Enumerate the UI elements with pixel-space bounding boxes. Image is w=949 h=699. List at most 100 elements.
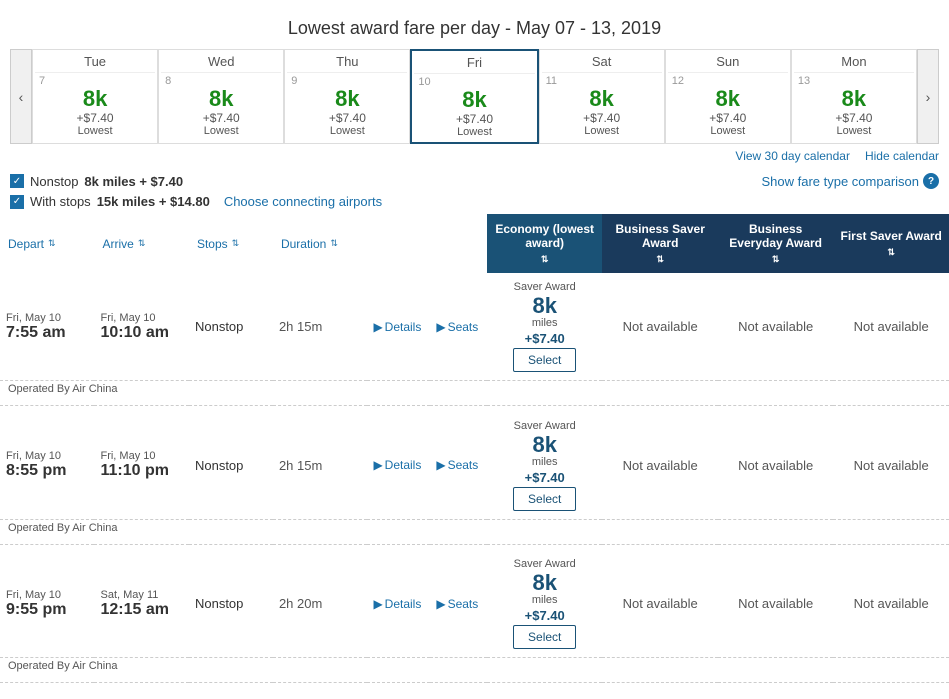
th-spacer [367,214,430,273]
select-button[interactable]: Select [513,625,576,649]
sort-arrive-icon: ⇅ [138,238,146,249]
cal-fee: +$7.40 [287,111,407,125]
details-arrow: ▶ [373,458,382,472]
sort-duration[interactable]: Duration ⇅ [281,237,359,251]
biz-everyday-sort-arrows[interactable]: ⇅ [724,254,827,265]
next-arrow[interactable]: › [917,49,939,144]
cal-miles: 8k [794,87,914,111]
cal-label: Lowest [35,125,155,137]
cal-fee: +$7.40 [161,111,281,125]
select-button[interactable]: Select [513,487,576,511]
details-arrow: ▶ [373,320,382,334]
details-link[interactable]: ▶ Details [373,458,424,472]
th-arrive: Arrive ⇅ [94,214,188,273]
sort-stops-icon: ⇅ [232,238,240,249]
operated-spacer [487,381,949,406]
cal-day-thu[interactable]: Thu 9 8k +$7.40 Lowest [284,49,410,144]
info-icon[interactable]: ? [923,173,939,189]
depart-date: Fri, May 10 [6,312,88,324]
duration-value: 2h 20m [279,596,322,611]
seats-arrow: ▶ [436,597,445,611]
connecting-airports-link[interactable]: Choose connecting airports [224,194,382,209]
depart-cell: Fri, May 10 7:55 am [0,273,94,381]
cal-miles: 8k [414,88,534,112]
table-row: Fri, May 10 9:55 pm Sat, May 11 12:15 am… [0,550,949,658]
sort-stops[interactable]: Stops ⇅ [197,237,265,251]
duration-cell: 2h 15m [273,273,367,381]
results-table: Depart ⇅ Arrive ⇅ Stops ⇅ [0,214,949,689]
operated-spacer [487,519,949,544]
details-link[interactable]: ▶ Details [373,320,424,334]
cal-day-sun[interactable]: Sun 12 8k +$7.40 Lowest [665,49,791,144]
nonstop-checkbox[interactable] [10,174,24,188]
cal-day-tue[interactable]: Tue 7 8k +$7.40 Lowest [32,49,158,144]
arrive-cell: Fri, May 10 10:10 am [94,273,188,381]
duration-cell: 2h 20m [273,550,367,658]
cal-day-sat[interactable]: Sat 11 8k +$7.40 Lowest [539,49,665,144]
sort-depart[interactable]: Depart ⇅ [8,237,86,251]
stops-cell: Nonstop [189,550,273,658]
depart-time: 8:55 pm [6,462,88,480]
sort-arrive[interactable]: Arrive ⇅ [102,237,180,251]
economy-fare-cell: Saver Award 8k miles +$7.40 Select [487,273,602,381]
calendar-title: Lowest award fare per day - May 07 - 13,… [10,10,939,49]
details-link[interactable]: ▶ Details [373,597,424,611]
seats-cell: ▶ Seats [430,412,487,520]
arrive-date: Fri, May 10 [100,450,182,462]
cal-label: Lowest [668,125,788,137]
sort-duration-icon: ⇅ [330,238,338,249]
hide-calendar-link[interactable]: Hide calendar [865,149,939,163]
select-button[interactable]: Select [513,348,576,372]
cal-day-wed[interactable]: Wed 8 8k +$7.40 Lowest [158,49,284,144]
biz-saver-cell: Not available [602,550,717,658]
seats-cell: ▶ Seats [430,550,487,658]
cal-day-name: Wed [161,54,281,73]
first-saver-sort-arrows[interactable]: ⇅ [839,247,943,258]
table-row: Fri, May 10 7:55 am Fri, May 10 10:10 am… [0,273,949,381]
fare-miles-unit: miles [493,594,596,606]
cal-miles: 8k [161,87,281,111]
award-type-label: Saver Award [493,558,596,570]
depart-time: 7:55 am [6,324,88,342]
award-type-label: Saver Award [493,281,596,293]
fare-miles-unit: miles [493,456,596,468]
seats-link[interactable]: ▶ Seats [436,320,481,334]
cal-label: Lowest [161,125,281,137]
operated-row: Operated By Air China [0,381,949,406]
details-cell: ▶ Details [367,273,430,381]
cal-day-name: Thu [287,54,407,73]
seats-arrow: ▶ [436,458,445,472]
stops-cell: Nonstop [189,273,273,381]
cal-fee: +$7.40 [35,111,155,125]
fare-miles-unit: miles [493,317,596,329]
th-biz-saver: Business Saver Award ⇅ [602,214,717,273]
arrive-date: Fri, May 10 [100,312,182,324]
cal-day-fri[interactable]: Fri 10 8k +$7.40 Lowest [410,49,538,144]
first-saver-cell: Not available [833,550,949,658]
seats-link[interactable]: ▶ Seats [436,458,481,472]
view-30-day-link[interactable]: View 30 day calendar [735,149,850,163]
depart-cell: Fri, May 10 8:55 pm [0,412,94,520]
biz-saver-sort-arrows[interactable]: ⇅ [608,254,711,265]
economy-sort-arrows[interactable]: ⇅ [493,254,596,265]
cal-label: Lowest [542,125,662,137]
calendar-links: View 30 day calendar Hide calendar [10,144,939,168]
calendar-nav: ‹ Tue 7 8k +$7.40 Lowest Wed 8 8k +$7.40… [10,49,939,144]
stops-cell: Nonstop [189,412,273,520]
with-stops-checkbox[interactable] [10,195,24,209]
stops-value: Nonstop [195,596,243,611]
arrive-time: 11:10 pm [100,462,182,480]
seats-link[interactable]: ▶ Seats [436,597,481,611]
th-first-saver: First Saver Award ⇅ [833,214,949,273]
biz-saver-cell: Not available [602,412,717,520]
fare-comparison-link[interactable]: Show fare type comparison [761,174,919,189]
cal-fee: +$7.40 [794,111,914,125]
details-cell: ▶ Details [367,412,430,520]
cal-label: Lowest [794,125,914,137]
biz-everyday-cell: Not available [718,550,833,658]
cal-miles: 8k [287,87,407,111]
prev-arrow[interactable]: ‹ [10,49,32,144]
operated-row: Operated By Air China [0,658,949,683]
cal-day-mon[interactable]: Mon 13 8k +$7.40 Lowest [791,49,917,144]
arrive-time: 12:15 am [100,601,182,619]
